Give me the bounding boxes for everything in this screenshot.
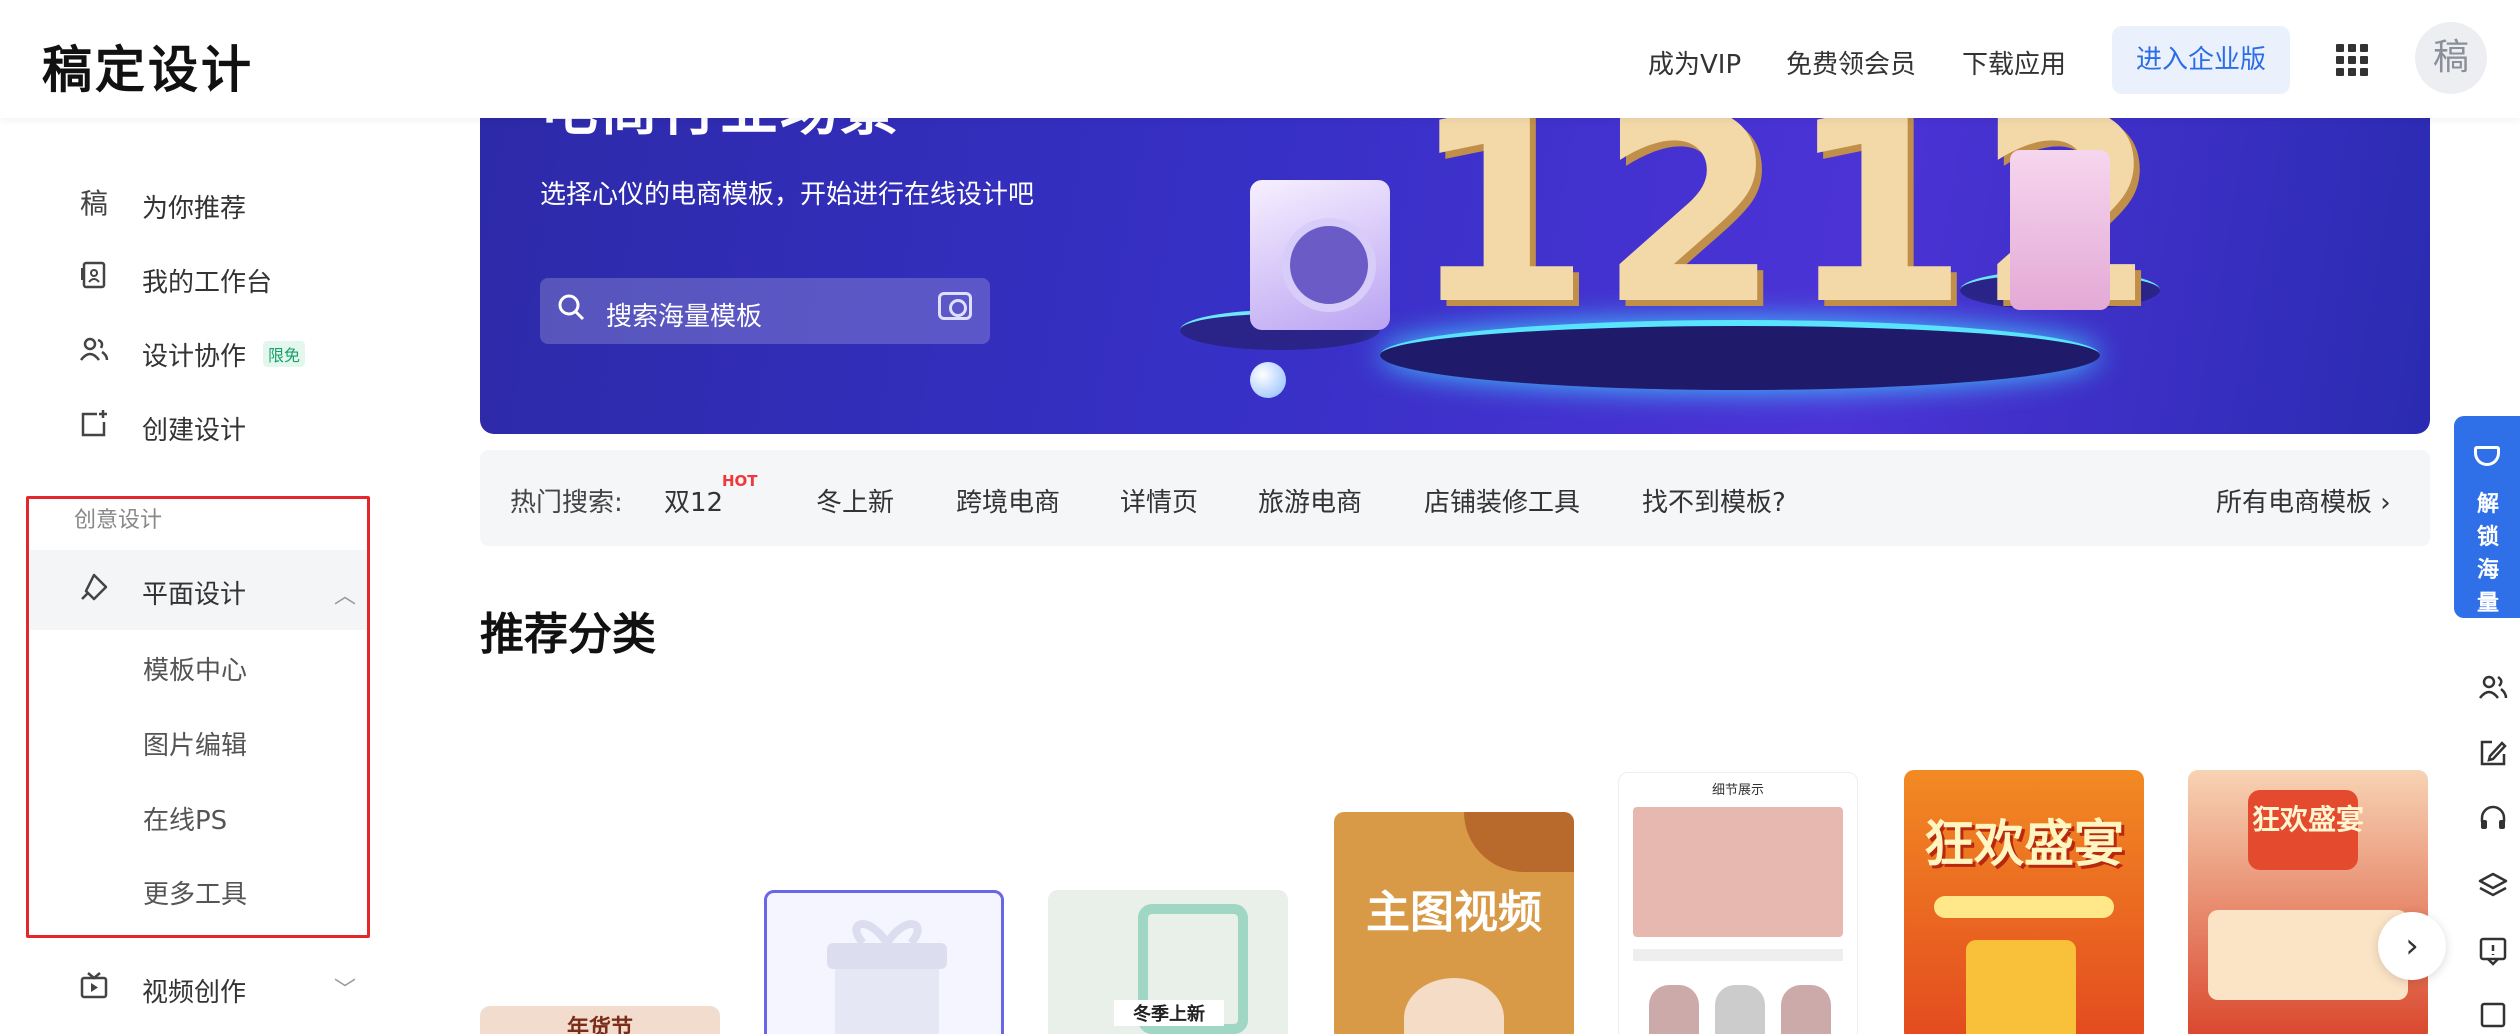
download-app-link[interactable]: 下载应用 [1962, 44, 2066, 81]
suit-image [2010, 150, 2110, 310]
category-card[interactable]: 主图视频 [1334, 812, 1574, 1034]
more-icon[interactable] [2476, 1000, 2510, 1034]
text-line [1633, 949, 1843, 961]
app-logo[interactable]: 稿定设计 [42, 30, 254, 102]
card-label: 冬季上新 [1114, 1000, 1224, 1026]
edit-icon[interactable] [2476, 738, 2510, 772]
sidebar-item-label: 视频创作 [142, 978, 247, 1008]
headset-icon[interactable] [2476, 804, 2510, 838]
person-image [1404, 978, 1504, 1034]
search-icon [556, 292, 586, 330]
promo-strip [1934, 896, 2114, 918]
washing-machine-image [1250, 180, 1390, 330]
category-card[interactable]: 冬季上新 [1048, 890, 1288, 1034]
person-image [1781, 985, 1831, 1034]
card-label: 年货节 [566, 1016, 633, 1034]
enterprise-button[interactable]: 进入企业版 [2112, 26, 2290, 94]
sidebar-item-recommend[interactable]: 稿 为你推荐 [0, 170, 380, 238]
sidebar: 稿 为你推荐 我的工作台 设计协作 限免 创建设计 创意设计 平面设计 ︿ 模板… [0, 118, 440, 1034]
sidebar-item-label: 创建设计 [142, 416, 247, 446]
card-label: 主图视频 [1366, 887, 1542, 938]
unlock-templates-button[interactable]: 解锁海量模板 [2454, 416, 2520, 682]
category-card[interactable]: 狂欢盛宴 [1904, 770, 2144, 1034]
free-badge: 限免 [263, 341, 306, 367]
layers-icon[interactable] [2476, 870, 2510, 904]
hot-keyword[interactable]: 跨境电商 [956, 482, 1060, 519]
hot-tag: HOT [722, 472, 758, 490]
card-label: 狂欢盛宴 [1924, 815, 2124, 873]
chevron-down-icon[interactable]: ﹀ [334, 972, 356, 1004]
gaoding-icon: 稿 [79, 187, 108, 220]
product-panel [2208, 910, 2408, 1000]
sidebar-item-label: 我的工作台 [142, 268, 273, 298]
product-image [1966, 940, 2076, 1034]
hot-search-bar: 热门搜索: 双12 HOT 冬上新 跨境电商 详情页 旅游电商 店铺装修工具 找… [480, 450, 2430, 546]
sidebar-item-workbench[interactable]: 我的工作台 [0, 244, 380, 312]
carousel-next-button[interactable]: › [2378, 912, 2446, 980]
users-icon [76, 334, 112, 370]
search-placeholder: 搜索海量模板 [606, 302, 763, 332]
card-label: 狂欢盛宴 [2251, 803, 2364, 836]
free-membership-link[interactable]: 免费领会员 [1786, 44, 1916, 81]
gift-icon [827, 920, 947, 1034]
create-icon [76, 408, 112, 444]
category-card[interactable] [764, 890, 1004, 1034]
workbench-icon [76, 260, 112, 296]
apps-grid-icon[interactable] [2336, 44, 2368, 76]
all-templates-link[interactable]: 所有电商模板 › [2216, 482, 2391, 519]
orb-decoration [1250, 362, 1286, 398]
sidebar-item-collaboration[interactable]: 设计协作 限免 [0, 318, 380, 386]
hot-keyword[interactable]: 店铺装修工具 [1424, 482, 1580, 519]
top-header: 稿定设计 成为VIP 免费领会员 下载应用 进入企业版 稿 [0, 0, 2520, 118]
template-search-input[interactable]: 搜索海量模板 [540, 278, 990, 344]
camera-icon[interactable] [938, 292, 972, 320]
person-image [1649, 985, 1699, 1034]
category-card[interactable]: 年货节 [480, 1006, 720, 1034]
hot-search-label: 热门搜索: [510, 488, 623, 518]
shape-decoration [1464, 812, 1574, 872]
team-icon[interactable] [2476, 672, 2510, 706]
product-image [1633, 807, 1843, 937]
sidebar-item-label: 设计协作 [142, 342, 247, 372]
category-card[interactable]: 细节展示 [1618, 772, 1858, 1034]
avatar[interactable]: 稿 [2415, 22, 2487, 94]
person-image [1715, 985, 1765, 1034]
sidebar-item-create[interactable]: 创建设计 [0, 392, 380, 460]
diamond-icon [2474, 446, 2500, 466]
chevron-right-icon: › [2380, 488, 2391, 518]
hot-keyword[interactable]: 旅游电商 [1258, 482, 1362, 519]
sidebar-group-video[interactable]: 视频创作 [0, 954, 380, 1022]
hero-banner[interactable]: 1212 电商行业场景 选择心仪的电商模板，开始进行在线设计吧 搜索海量模板 [480, 80, 2430, 434]
category-card[interactable]: 狂欢盛宴 [2188, 770, 2428, 1034]
sidebar-item-label: 为你推荐 [142, 194, 247, 224]
unlock-label: 解锁海量模板 [2476, 492, 2499, 682]
hot-keyword[interactable]: 详情页 [1120, 482, 1198, 519]
hot-keyword[interactable]: 双12 [664, 482, 723, 519]
video-icon [76, 970, 112, 1006]
become-vip-link[interactable]: 成为VIP [1648, 44, 1741, 81]
all-templates-label: 所有电商模板 [2216, 488, 2373, 518]
hot-keyword[interactable]: 找不到模板? [1642, 482, 1786, 519]
feedback-icon[interactable] [2476, 936, 2510, 970]
card-label: 细节展示 [1711, 783, 1764, 798]
recommend-title: 推荐分类 [480, 609, 656, 660]
highlight-box [26, 496, 370, 938]
banner-subtitle: 选择心仪的电商模板，开始进行在线设计吧 [540, 180, 1035, 210]
hot-keyword[interactable]: 冬上新 [816, 482, 894, 519]
